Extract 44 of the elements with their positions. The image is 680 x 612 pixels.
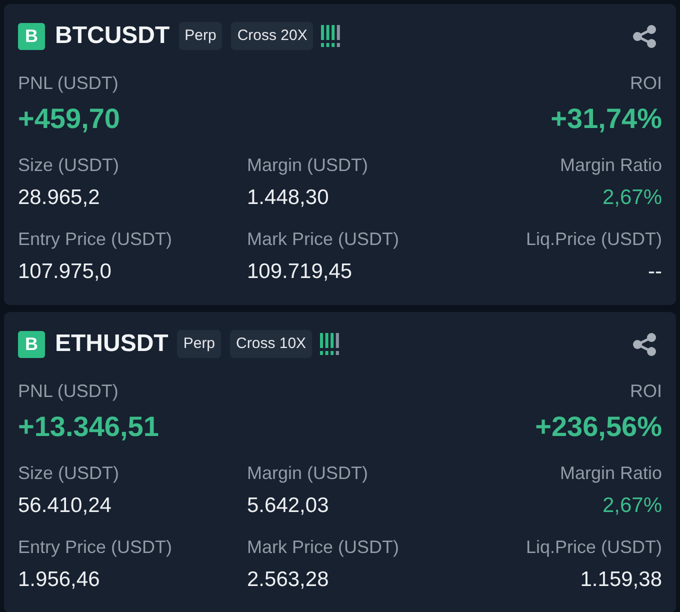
field-label: Entry Price (USDT)	[18, 536, 174, 558]
pnl-label: PNL (USDT)	[18, 380, 120, 402]
roi-label: ROI	[630, 380, 662, 402]
field-value: 1.448,30	[247, 186, 330, 210]
bars-icon	[319, 333, 340, 355]
bars-icon	[320, 25, 342, 47]
symbol-title: BTCUSDT	[55, 21, 170, 51]
field-value: 2.563,28	[247, 568, 330, 592]
field-value: 2,67%	[602, 186, 662, 210]
field-value: 109.719,45	[247, 260, 354, 284]
roi-value: +31,74%	[550, 102, 662, 136]
pnl-value: +13.346,51	[18, 410, 159, 444]
field-label: Liq.Price (USDT)	[526, 536, 662, 558]
field-value: 1.956,46	[18, 568, 101, 592]
field-label: Liq.Price (USDT)	[526, 228, 662, 250]
field-label: Margin Ratio	[560, 462, 662, 484]
field-value: 56.410,24	[18, 494, 112, 518]
field-value: --	[648, 260, 662, 284]
position-tag: Cross 20X	[231, 22, 314, 50]
share-icon[interactable]	[633, 24, 656, 48]
field-value: 28.965,2	[18, 186, 101, 210]
field-label: Entry Price (USDT)	[18, 228, 174, 250]
field-label: Mark Price (USDT)	[247, 228, 400, 250]
field-value: 2,67%	[602, 494, 662, 518]
field-label: Margin Ratio	[560, 154, 662, 176]
pnl-value: +459,70	[18, 102, 120, 136]
roi-value: +236,56%	[535, 410, 662, 444]
side-badge: B	[18, 22, 45, 50]
field-label: Size (USDT)	[18, 154, 120, 176]
position-tag: Cross 10X	[230, 330, 312, 358]
pnl-label: PNL (USDT)	[18, 72, 120, 94]
field-label: Mark Price (USDT)	[247, 536, 400, 558]
symbol-title: ETHUSDT	[55, 329, 168, 359]
position-tag: Perp	[178, 22, 222, 50]
position-tag: Perp	[177, 330, 222, 358]
field-value: 107.975,0	[18, 260, 112, 284]
roi-label: ROI	[630, 72, 662, 94]
field-label: Size (USDT)	[18, 462, 120, 484]
field-label: Margin (USDT)	[247, 462, 370, 484]
share-icon[interactable]	[633, 332, 656, 356]
side-badge: B	[18, 330, 45, 358]
field-value: 5.642,03	[247, 494, 330, 518]
field-label: Margin (USDT)	[247, 154, 370, 176]
field-value: 1.159,38	[580, 568, 662, 592]
